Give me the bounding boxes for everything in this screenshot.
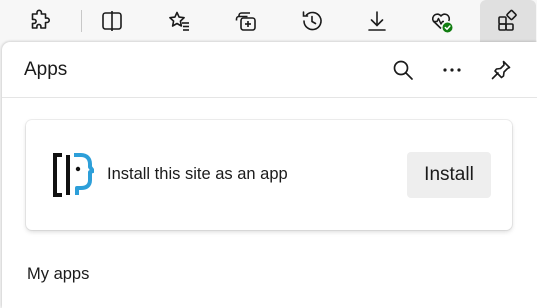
favorites-button[interactable]: [157, 0, 201, 42]
pin-icon: [491, 60, 511, 80]
downloads-icon: [368, 11, 386, 31]
browser-essentials-button[interactable]: [419, 0, 463, 42]
more-options-icon: [443, 68, 461, 72]
extensions-icon: [31, 9, 50, 29]
apps-icon: [498, 9, 517, 31]
site-app-logo: [53, 153, 94, 197]
browser-essentials-icon: [431, 13, 453, 33]
more-options-button[interactable]: [435, 53, 469, 87]
search-icon: [393, 60, 413, 80]
pin-button[interactable]: [484, 53, 518, 87]
toolbar-divider: [81, 10, 82, 32]
install-button[interactable]: Install: [407, 152, 491, 198]
history-icon: [302, 11, 322, 31]
collections-icon: [235, 12, 256, 31]
install-prompt-text: Install this site as an app: [107, 165, 288, 183]
browser-toolbar: [0, 0, 537, 42]
history-button[interactable]: [290, 0, 334, 42]
search-button[interactable]: [386, 53, 420, 87]
downloads-button[interactable]: [355, 0, 399, 42]
install-app-card: Install this site as an app Install: [26, 120, 512, 230]
panel-header: Apps: [2, 42, 537, 98]
apps-panel: Apps Install this site as an app Install…: [2, 42, 537, 308]
collections-button[interactable]: [224, 0, 268, 42]
split-screen-icon: [102, 11, 122, 31]
extensions-button[interactable]: [19, 0, 63, 42]
panel-title: Apps: [24, 59, 68, 80]
my-apps-heading: My apps: [27, 265, 90, 283]
favorites-icon: [169, 11, 189, 31]
split-screen-button[interactable]: [90, 0, 134, 42]
apps-button[interactable]: [480, 0, 536, 42]
